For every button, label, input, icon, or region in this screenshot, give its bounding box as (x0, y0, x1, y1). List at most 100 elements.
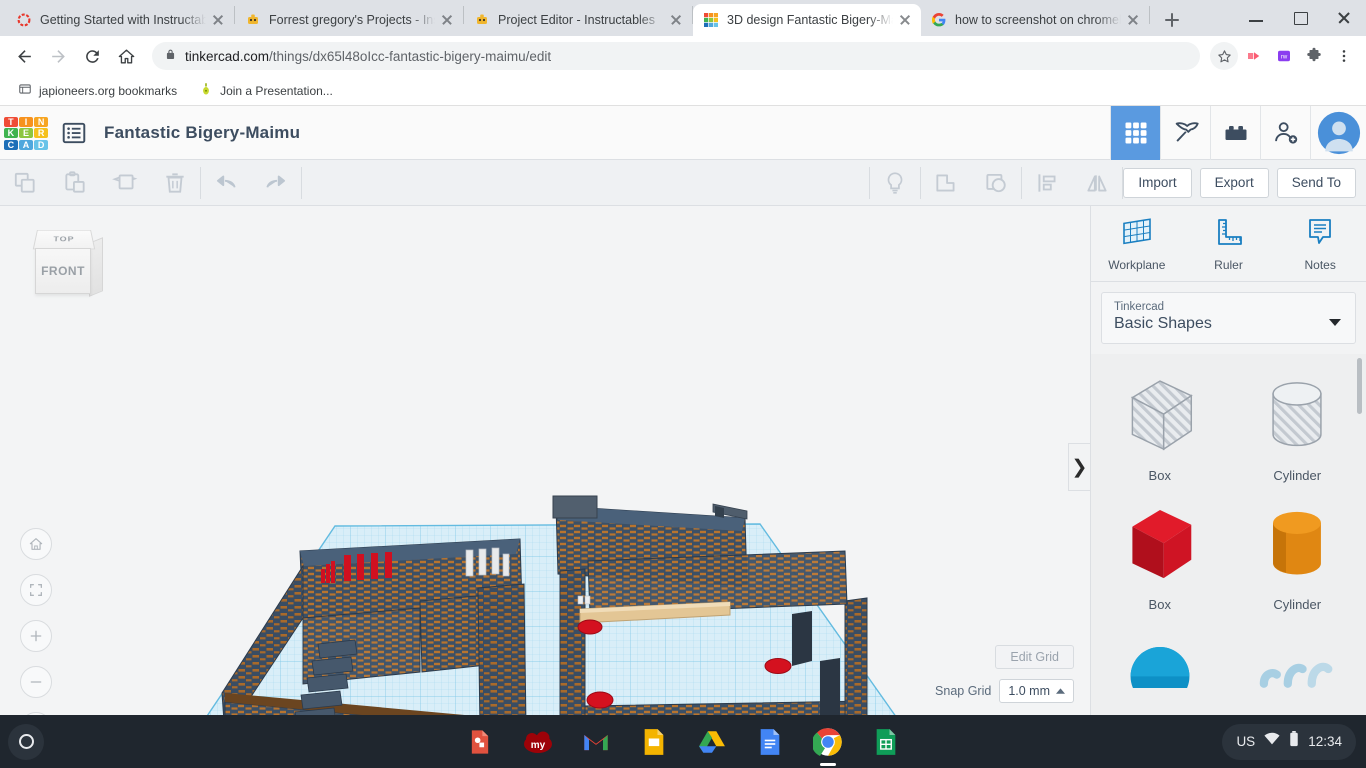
ungroup-icon[interactable] (971, 160, 1021, 206)
notes-tool[interactable]: Notes (1274, 206, 1366, 281)
3d-scene[interactable]: Workplane (0, 206, 1090, 715)
google-docs-icon[interactable] (755, 727, 785, 757)
google-sheets-icon[interactable] (871, 727, 901, 757)
readwrite-extension-icon[interactable]: rw (1270, 42, 1298, 70)
google-drive-icon[interactable] (697, 727, 727, 757)
tinkercad-header: T I N K E R C A D Fantastic Bigery-Maimu (0, 105, 1366, 160)
home-view-icon[interactable] (20, 528, 52, 560)
delete-icon[interactable] (150, 160, 200, 206)
edit-grid-button[interactable]: Edit Grid (995, 645, 1074, 669)
chevron-up-icon (1056, 684, 1065, 698)
export-button[interactable]: Export (1199, 167, 1269, 198)
paste-icon[interactable] (50, 160, 100, 206)
shelf-apps: my (0, 727, 1366, 766)
shape-item-roof[interactable] (1229, 620, 1366, 688)
close-tab-icon[interactable] (897, 12, 913, 28)
shape-item-box-solid[interactable]: Box (1091, 491, 1229, 612)
omnibox-actions: rw (1210, 42, 1358, 70)
fit-to-view-icon[interactable] (20, 574, 52, 606)
url-text: tinkercad.com/things/dx65l48oIcc-fantast… (185, 49, 551, 64)
browser-tab-5[interactable]: how to screenshot on chromebook (921, 4, 1149, 36)
bookmark-item-1[interactable]: Join a Presentation... (191, 79, 341, 102)
browser-tab-2[interactable]: Forrest gregory's Projects - Instructabl… (235, 4, 463, 36)
new-tab-button[interactable] (1158, 6, 1186, 34)
shape-item-sphere[interactable] (1091, 620, 1229, 688)
shape-label: Box (1148, 468, 1171, 483)
view-cube-top[interactable]: TOP (32, 229, 96, 250)
panel-scrollbar[interactable] (1357, 358, 1362, 414)
close-tab-icon[interactable] (439, 12, 455, 28)
tinkercad-logo[interactable]: T I N K E R C A D (4, 116, 48, 150)
import-button[interactable]: Import (1123, 167, 1192, 198)
panel-tools: Workplane Ruler Notes (1091, 206, 1366, 282)
browser-tab-4-active[interactable]: 3D design Fantastic Bigery-Maimu (693, 4, 921, 36)
reload-icon[interactable] (76, 40, 108, 72)
browser-tab-1[interactable]: Getting Started with Instructables (6, 4, 234, 36)
video-extension-icon[interactable] (1240, 42, 1268, 70)
back-icon[interactable] (8, 40, 40, 72)
tab-divider (1149, 5, 1150, 24)
tab-title: Project Editor - Instructables (498, 13, 656, 27)
address-bar[interactable]: tinkercad.com/things/dx65l48oIcc-fantast… (152, 42, 1200, 70)
redo-icon[interactable] (251, 160, 301, 206)
logo-tile-c: C (4, 139, 18, 150)
close-tab-icon[interactable] (1125, 12, 1141, 28)
maximize-window-icon[interactable] (1278, 2, 1322, 32)
notes-icon (1303, 216, 1337, 253)
3d-viewport[interactable]: Workplane (0, 206, 1090, 715)
collapse-panel-button[interactable]: ❯ (1068, 443, 1090, 491)
google-chrome-icon[interactable] (813, 727, 843, 766)
workplane-tool[interactable]: Workplane (1091, 206, 1183, 281)
shape-item-cylinder-solid[interactable]: Cylinder (1229, 491, 1366, 612)
snap-grid-row: Snap Grid 1.0 mm (935, 679, 1074, 703)
snap-grid-select[interactable]: 1.0 mm (999, 679, 1074, 703)
chevron-down-icon[interactable] (1329, 319, 1341, 326)
page-title: Fantastic Bigery-Maimu (104, 122, 301, 142)
zoom-in-icon[interactable] (20, 620, 52, 652)
undo-icon[interactable] (201, 160, 251, 206)
hint-lightbulb-icon[interactable] (870, 160, 920, 206)
close-tab-icon[interactable] (210, 12, 226, 28)
view-cube-front[interactable]: FRONT (35, 248, 91, 294)
copy-icon[interactable] (0, 160, 50, 206)
url-host: tinkercad.com (185, 48, 270, 64)
lego-brick-icon[interactable] (1210, 105, 1260, 160)
zoom-out-icon[interactable] (20, 666, 52, 698)
cloudready-doc-icon[interactable] (465, 727, 495, 757)
gmail-icon[interactable] (581, 727, 611, 757)
lock-icon (164, 48, 177, 64)
forward-icon[interactable] (42, 40, 74, 72)
group-icon[interactable] (921, 160, 971, 206)
send-to-button[interactable]: Send To (1276, 167, 1356, 198)
close-tab-icon[interactable] (668, 12, 684, 28)
invite-person-icon[interactable] (1260, 105, 1310, 160)
browser-tab-3[interactable]: Project Editor - Instructables (464, 4, 692, 36)
shape-category-select[interactable]: Tinkercad Basic Shapes (1101, 292, 1356, 344)
google-slides-icon[interactable] (639, 727, 669, 757)
blocks-grid-icon[interactable] (1110, 105, 1160, 160)
minimize-window-icon[interactable] (1234, 2, 1278, 32)
puzzle-extensions-icon[interactable] (1300, 42, 1328, 70)
shape-item-cylinder-hole[interactable]: Cylinder (1229, 362, 1366, 483)
home-icon[interactable] (110, 40, 142, 72)
close-window-icon[interactable] (1322, 2, 1366, 32)
bookmark-item-0[interactable]: japioneers.org bookmarks (10, 79, 185, 102)
category-name: Basic Shapes (1114, 315, 1212, 332)
align-icon[interactable] (1022, 160, 1072, 206)
list-menu-icon[interactable] (48, 120, 100, 146)
user-avatar[interactable] (1310, 105, 1366, 160)
notes-tool-label: Notes (1304, 257, 1336, 272)
minecraft-pickaxe-icon[interactable] (1160, 105, 1210, 160)
light-blue-shape-icon (1259, 662, 1333, 688)
duplicate-icon[interactable] (100, 160, 150, 206)
shape-list[interactable]: Box Cylinder Box Cylinder (1091, 354, 1366, 715)
view-cube[interactable]: TOP FRONT (25, 226, 103, 304)
bookmark-star-icon[interactable] (1210, 42, 1238, 70)
ruler-tool[interactable]: Ruler (1183, 206, 1275, 281)
instructables-robot-icon (245, 12, 261, 28)
svg-text:rw: rw (1281, 54, 1288, 60)
shape-item-box-hole[interactable]: Box (1091, 362, 1229, 483)
mirror-icon[interactable] (1072, 160, 1122, 206)
chrome-menu-icon[interactable] (1330, 42, 1358, 70)
my-cloud-icon[interactable]: my (523, 727, 553, 757)
